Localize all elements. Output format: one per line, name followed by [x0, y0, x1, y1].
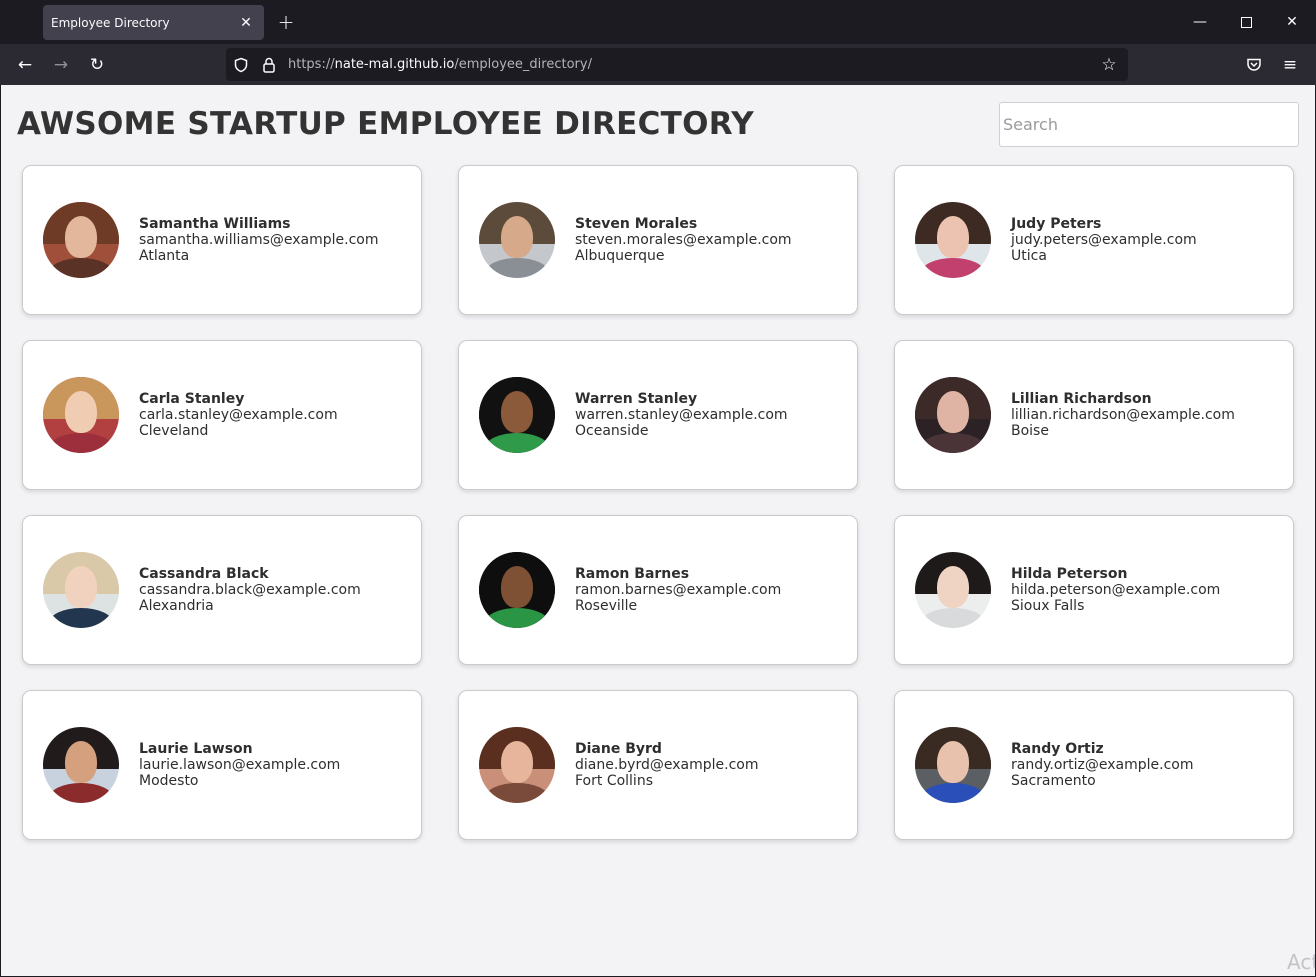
avatar: [479, 202, 555, 278]
pocket-icon[interactable]: [1240, 51, 1268, 79]
employee-city: Utica: [1011, 248, 1047, 264]
new-tab-icon[interactable]: +: [274, 10, 298, 34]
activate-windows-watermark: Act: [1287, 950, 1315, 974]
employee-email: lillian.richardson@example.com: [1011, 407, 1235, 423]
employee-email: diane.byrd@example.com: [575, 757, 759, 773]
maximize-icon[interactable]: [1232, 8, 1260, 36]
employee-info: Ramon Barnes ramon.barnes@example.com Rose…: [575, 566, 781, 614]
employee-email: cassandra.black@example.com: [139, 582, 361, 598]
employee-email: randy.ortiz@example.com: [1011, 757, 1194, 773]
tab-title: Employee Directory: [51, 15, 170, 30]
employee-name: Ramon Barnes: [575, 566, 690, 582]
employee-card: Warren Stanley warren.stanley@example.com…: [458, 340, 858, 490]
forward-icon[interactable]: →: [47, 51, 75, 79]
avatar: [43, 727, 119, 803]
employee-info: Carla Stanley carla.stanley@example.com Cl…: [139, 391, 338, 439]
employee-card: Cassandra Black cassandra.black@example.c…: [22, 515, 422, 665]
avatar: [915, 202, 991, 278]
employee-card: Steven Morales steven.morales@example.com…: [458, 165, 858, 315]
page-title: AWSOME STARTUP EMPLOYEE DIRECTORY: [17, 106, 754, 142]
search-input[interactable]: [999, 102, 1299, 147]
employee-card: Randy Ortiz randy.ortiz@example.com Sacram…: [894, 690, 1294, 840]
employee-card: Judy Peters judy.peters@example.com Utica: [894, 165, 1294, 315]
employee-name: Steven Morales: [575, 216, 698, 232]
employee-city: Boise: [1011, 423, 1049, 439]
employee-name: Laurie Lawson: [139, 741, 253, 757]
browser-tab-bar: Employee Directory ✕ + — ✕: [0, 0, 1316, 44]
employee-info: Hilda Peterson hilda.peterson@example.com…: [1011, 566, 1220, 614]
employee-info: Judy Peters judy.peters@example.com Utica: [1011, 216, 1197, 264]
employee-card: Carla Stanley carla.stanley@example.com Cl…: [22, 340, 422, 490]
avatar: [915, 377, 991, 453]
avatar: [479, 377, 555, 453]
menu-icon[interactable]: ≡: [1276, 51, 1304, 79]
employee-city: Modesto: [139, 773, 199, 789]
avatar: [915, 552, 991, 628]
back-icon[interactable]: ←: [11, 51, 39, 79]
employee-city: Fort Collins: [575, 773, 653, 789]
employee-name: Cassandra Black: [139, 566, 269, 582]
employee-city: Alexandria: [139, 598, 214, 614]
employee-card: Lillian Richardson lillian.richardson@exa…: [894, 340, 1294, 490]
employee-email: judy.peters@example.com: [1011, 232, 1197, 248]
employee-card: Ramon Barnes ramon.barnes@example.com Rose…: [458, 515, 858, 665]
employee-card: Samantha Williams samantha.williams@examp…: [22, 165, 422, 315]
avatar: [479, 727, 555, 803]
reload-icon[interactable]: ↻: [83, 51, 111, 79]
avatar: [43, 202, 119, 278]
employee-info: Steven Morales steven.morales@example.com…: [575, 216, 792, 264]
employee-name: Lillian Richardson: [1011, 391, 1152, 407]
url-text: https://nate-mal.github.io/employee_dire…: [288, 57, 592, 72]
close-tab-icon[interactable]: ✕: [234, 11, 258, 35]
employee-email: warren.stanley@example.com: [575, 407, 788, 423]
shield-icon[interactable]: [230, 54, 252, 76]
employee-name: Diane Byrd: [575, 741, 662, 757]
employee-name: Hilda Peterson: [1011, 566, 1128, 582]
avatar: [43, 552, 119, 628]
employee-city: Sacramento: [1011, 773, 1096, 789]
employee-info: Laurie Lawson laurie.lawson@example.com Mo…: [139, 741, 340, 789]
close-window-icon[interactable]: ✕: [1278, 8, 1306, 36]
employee-info: Diane Byrd diane.byrd@example.com Fort Col…: [575, 741, 758, 789]
page-content: AWSOME STARTUP EMPLOYEE DIRECTORY Samant…: [1, 85, 1315, 976]
browser-tab[interactable]: Employee Directory ✕: [43, 5, 264, 40]
employee-info: Cassandra Black cassandra.black@example.c…: [139, 566, 361, 614]
lock-icon[interactable]: [258, 54, 280, 76]
minimize-icon[interactable]: —: [1186, 8, 1214, 36]
employee-email: steven.morales@example.com: [575, 232, 792, 248]
employee-name: Carla Stanley: [139, 391, 245, 407]
employee-grid: Samantha Williams samantha.williams@examp…: [22, 165, 1294, 840]
employee-city: Albuquerque: [575, 248, 665, 264]
employee-info: Warren Stanley warren.stanley@example.com…: [575, 391, 788, 439]
employee-card: Hilda Peterson hilda.peterson@example.com…: [894, 515, 1294, 665]
employee-name: Samantha Williams: [139, 216, 291, 232]
url-bar[interactable]: https://nate-mal.github.io/employee_dire…: [226, 48, 1128, 81]
employee-card: Diane Byrd diane.byrd@example.com Fort Col…: [458, 690, 858, 840]
employee-email: samantha.williams@example.com: [139, 232, 379, 248]
avatar: [915, 727, 991, 803]
employee-card: Laurie Lawson laurie.lawson@example.com Mo…: [22, 690, 422, 840]
employee-email: laurie.lawson@example.com: [139, 757, 341, 773]
employee-name: Randy Ortiz: [1011, 741, 1104, 757]
employee-email: ramon.barnes@example.com: [575, 582, 782, 598]
employee-city: Roseville: [575, 598, 638, 614]
bookmark-star-icon[interactable]: ☆: [1096, 52, 1122, 78]
employee-info: Randy Ortiz randy.ortiz@example.com Sacram…: [1011, 741, 1194, 789]
browser-nav-bar: ← → ↻ https://nate-mal.github.io/employe…: [0, 44, 1316, 85]
employee-name: Judy Peters: [1011, 216, 1102, 232]
employee-info: Samantha Williams samantha.williams@examp…: [139, 216, 378, 264]
avatar: [43, 377, 119, 453]
employee-info: Lillian Richardson lillian.richardson@exa…: [1011, 391, 1235, 439]
employee-city: Oceanside: [575, 423, 649, 439]
avatar: [479, 552, 555, 628]
employee-email: carla.stanley@example.com: [139, 407, 338, 423]
employee-city: Sioux Falls: [1011, 598, 1085, 614]
employee-city: Atlanta: [139, 248, 190, 264]
employee-name: Warren Stanley: [575, 391, 698, 407]
employee-email: hilda.peterson@example.com: [1011, 582, 1221, 598]
employee-city: Cleveland: [139, 423, 209, 439]
